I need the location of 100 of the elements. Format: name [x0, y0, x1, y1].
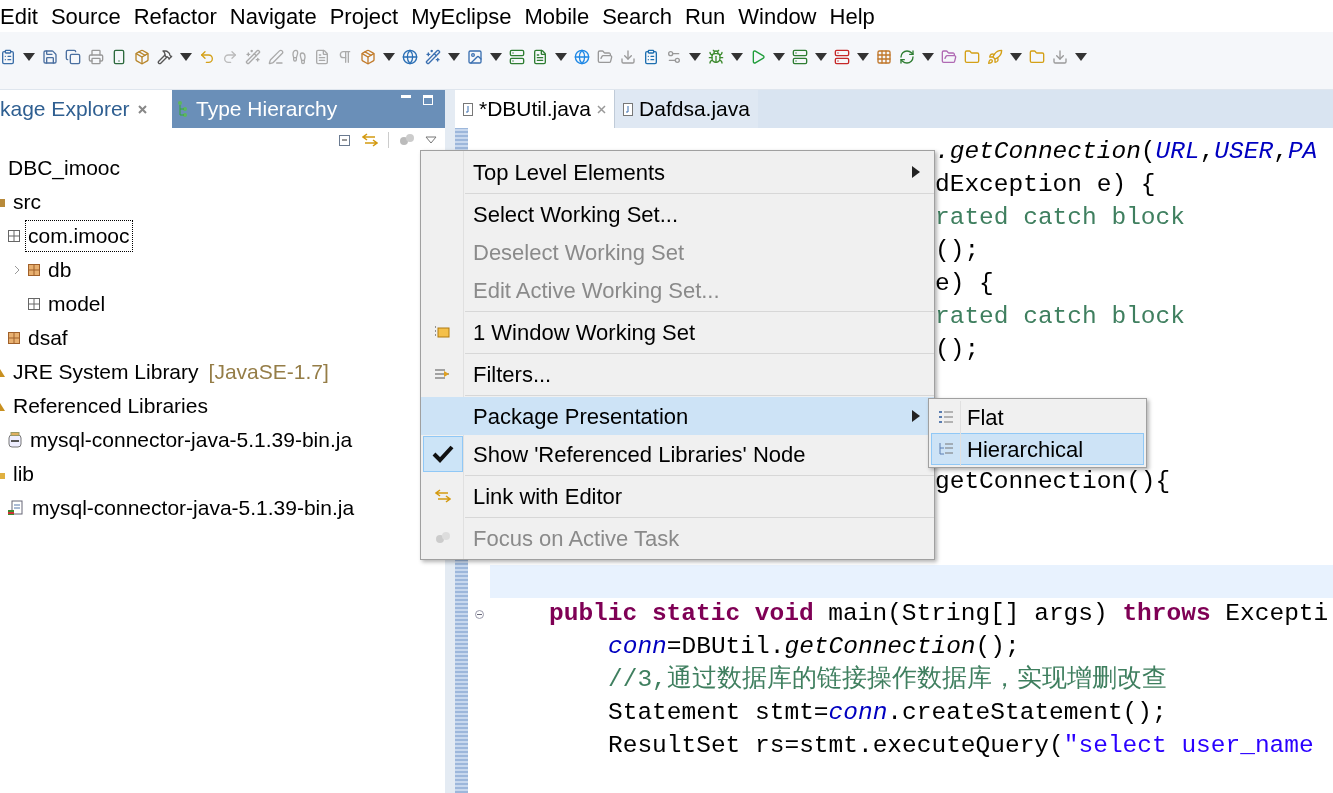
menu-bar-item[interactable]: Help [829, 0, 875, 33]
tree-item[interactable]: src [11, 187, 43, 217]
dropdown-caret-icon[interactable] [1010, 52, 1022, 61]
tree-item[interactable]: model [46, 289, 108, 319]
server-icon[interactable] [792, 48, 808, 65]
tree-item[interactable]: JRE System Library [11, 357, 201, 387]
rocket-icon[interactable] [987, 48, 1003, 65]
tree-item[interactable]: Referenced Libraries [11, 391, 210, 421]
code-line: //3,通过数据库的链接操作数据库，实现增删改查 [608, 664, 1167, 696]
tree-item[interactable]: lib [11, 459, 36, 489]
download-icon[interactable] [620, 48, 636, 65]
menu-item[interactable]: 1 Window Working Set [421, 313, 934, 351]
menu-item[interactable]: Filters... [421, 355, 934, 393]
dropdown-caret-icon[interactable] [490, 52, 502, 61]
package-icon[interactable] [360, 48, 376, 65]
server-icon[interactable] [509, 48, 525, 65]
dropdown-caret-icon[interactable] [180, 52, 192, 61]
tab-label: kage Explorer [0, 96, 130, 123]
file-icon [8, 500, 24, 516]
tree-item[interactable]: dsaf [26, 323, 70, 353]
task-icon [435, 531, 451, 545]
code-line: e) { [935, 269, 994, 300]
menu-bar-item[interactable]: Mobile [524, 0, 590, 33]
grid-icon[interactable] [876, 48, 892, 65]
menu-item[interactable]: Link with Editor [421, 477, 934, 515]
package-icon [8, 230, 20, 242]
collapse-all-icon[interactable] [339, 133, 352, 146]
hierarchy-icon [178, 100, 188, 118]
menu-bar-item[interactable]: Edit [0, 0, 38, 33]
bug-icon[interactable] [708, 48, 724, 65]
menu-bar-item[interactable]: Window [738, 0, 817, 33]
package-icon [28, 298, 40, 310]
package-icon [28, 264, 40, 276]
code-line: (); [935, 236, 980, 267]
tree-item[interactable]: db [46, 255, 74, 285]
dropdown-caret-icon[interactable] [555, 52, 567, 61]
tree-item[interactable]: mysql-connector-java-5.1.39-bin.ja [28, 425, 355, 455]
view-menu-icon[interactable] [425, 135, 437, 144]
tab-label: Dafdsa.java [639, 96, 750, 123]
view-tab[interactable]: kage Explorer [0, 90, 172, 128]
menu-item[interactable]: Hierarchical [931, 433, 1144, 465]
dropdown-caret-icon[interactable] [383, 52, 395, 61]
maximize-icon[interactable] [423, 95, 433, 105]
close-icon[interactable] [137, 104, 147, 114]
globe-icon[interactable] [402, 48, 418, 65]
chevron-right-icon[interactable] [14, 265, 20, 275]
menu-bar-item[interactable]: Refactor [133, 0, 217, 33]
submenu-arrow-icon [912, 410, 920, 422]
phone-icon[interactable] [111, 48, 127, 65]
dropdown-caret-icon[interactable] [448, 52, 460, 61]
menu-item[interactable]: Show 'Referenced Libraries' Node [421, 435, 934, 473]
copy-icon[interactable] [65, 48, 81, 65]
dropdown-caret-icon[interactable] [922, 52, 934, 61]
dropdown-caret-icon[interactable] [1075, 52, 1087, 61]
menu-bar-item[interactable]: Source [50, 0, 121, 33]
package-icon[interactable] [134, 48, 150, 65]
menu-bar-item[interactable]: Navigate [229, 0, 317, 33]
clipboard-icon[interactable] [643, 48, 659, 65]
image-icon[interactable] [467, 48, 483, 65]
tree-item[interactable]: com.imooc [26, 221, 132, 251]
code-line: getConnection(){ [935, 467, 1171, 498]
refresh-icon[interactable] [899, 48, 915, 65]
dropdown-caret-icon[interactable] [857, 52, 869, 61]
close-icon[interactable] [597, 104, 607, 114]
package-icon [8, 332, 20, 344]
menu-item[interactable]: Package Presentation [421, 397, 934, 435]
download-icon[interactable] [1052, 48, 1068, 65]
wand-icon[interactable] [425, 48, 441, 65]
menu-bar-item[interactable]: Project [329, 0, 399, 33]
dropdown-caret-icon[interactable] [689, 52, 701, 61]
dropdown-caret-icon[interactable] [815, 52, 827, 61]
code-line: conn=DBUtil.getConnection(); [608, 632, 1020, 663]
hammer-icon[interactable] [157, 48, 173, 65]
dropdown-caret-icon[interactable] [773, 52, 785, 61]
tree-item[interactable]: DBC_imooc [6, 153, 123, 183]
printer-icon[interactable] [88, 48, 104, 65]
code-line: (); [935, 335, 980, 366]
jar-icon [8, 432, 22, 448]
clipboard-icon[interactable] [0, 48, 16, 65]
menu-item[interactable]: Select Working Set... [421, 195, 934, 233]
tree-item[interactable]: mysql-connector-java-5.1.39-bin.ja [30, 493, 357, 523]
menu-bar-item[interactable]: MyEclipse [411, 0, 512, 33]
fold-icon[interactable] [474, 610, 484, 619]
editor-tab[interactable]: Dafdsa.java [615, 90, 758, 128]
menu-bar-item[interactable]: Run [684, 0, 726, 33]
save-icon[interactable] [42, 48, 58, 65]
code-line: .getConnection(URL,USER,PA [935, 137, 1318, 168]
document-icon[interactable] [532, 48, 548, 65]
flat-list-icon [939, 411, 953, 423]
editor-tab[interactable]: *DBUtil.java [455, 90, 616, 128]
link-arrows-icon[interactable] [362, 132, 378, 147]
menu-bar-item[interactable]: Search [602, 0, 672, 33]
menu-item[interactable]: Top Level Elements [421, 153, 934, 191]
dropdown-caret-icon[interactable] [23, 52, 35, 61]
play-icon[interactable] [750, 48, 766, 65]
minimize-icon[interactable] [401, 95, 411, 99]
dropdown-caret-icon[interactable] [731, 52, 743, 61]
server-icon[interactable] [834, 48, 850, 65]
globe-icon[interactable] [574, 48, 590, 65]
filter-icon [435, 367, 451, 381]
